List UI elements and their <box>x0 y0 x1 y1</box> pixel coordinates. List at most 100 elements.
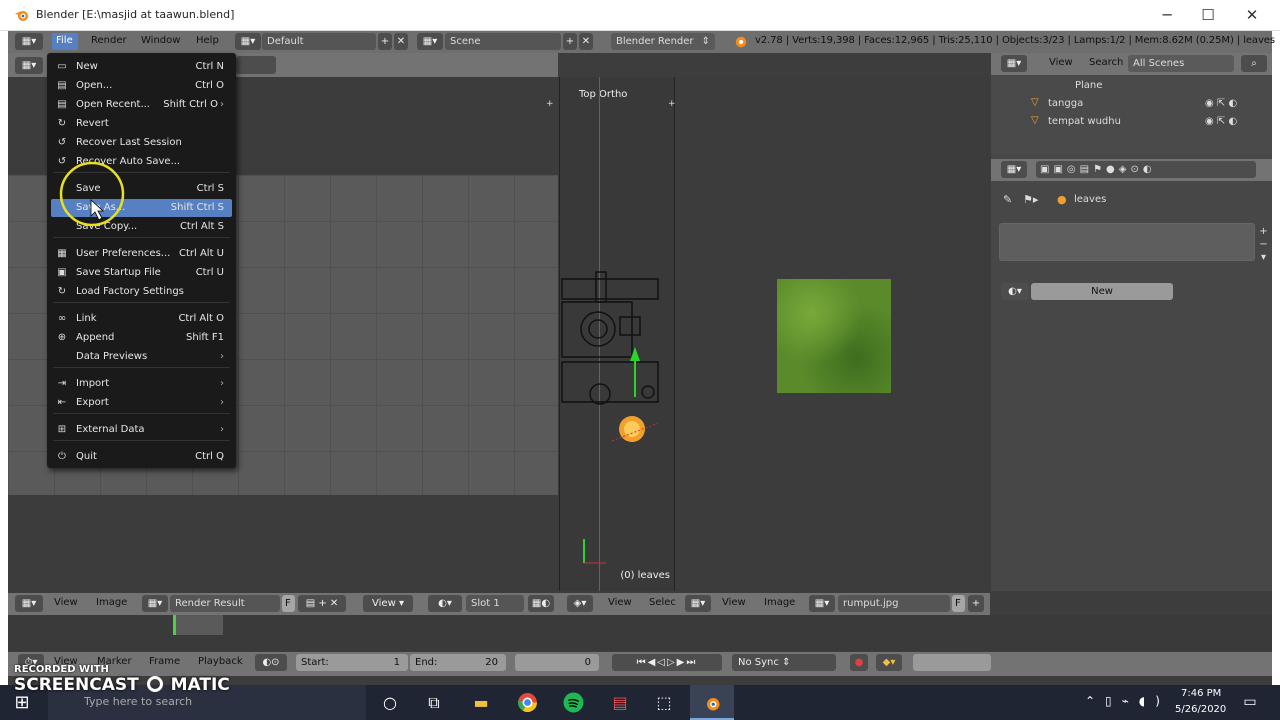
fake-user-toggle-2[interactable]: F <box>952 595 965 612</box>
scene-remove-icon[interactable]: ✕ <box>579 33 593 50</box>
outliner-type-button[interactable]: ▦▾ <box>1001 55 1027 72</box>
menu-item-quit[interactable]: ⏻ Quit Ctrl Q <box>51 448 232 466</box>
3d-viewport[interactable]: Top Ortho (0) leaves <box>559 77 675 591</box>
clock-date[interactable]: 5/26/2020 <box>1175 704 1226 715</box>
image-view-menu[interactable]: View <box>54 597 78 608</box>
image-editor-type-button[interactable]: ▦▾ <box>15 595 43 612</box>
system-tray-icons[interactable]: ⌃▯⌁◖) <box>1085 694 1170 708</box>
outliner-row-tangga[interactable]: tangga <box>1048 98 1083 109</box>
render-menu[interactable]: Render <box>91 35 127 46</box>
record-icon[interactable]: ● <box>850 654 868 671</box>
3d-select-menu[interactable]: Selec <box>649 597 676 608</box>
keying-set-icon[interactable]: ◆▾ <box>876 654 902 671</box>
material-browse-button[interactable]: ◐▾ <box>1001 283 1029 300</box>
properties-context-tabs[interactable]: ▣▣◎▤⚑●◈⊙◐ <box>1036 161 1256 178</box>
cortana-icon[interactable]: ○ <box>368 685 412 720</box>
blender-taskbar-button[interactable] <box>690 685 734 720</box>
image-editor-type-button[interactable]: ▦▾ <box>15 57 43 74</box>
slot-select[interactable]: Slot 1 <box>466 595 524 612</box>
menu-item-external-data[interactable]: ⊞ External Data › <box>51 421 232 439</box>
outliner-view-menu[interactable]: View <box>1049 57 1073 68</box>
material-slot-list[interactable] <box>999 223 1255 261</box>
outliner-row-plane[interactable]: Plane <box>1075 80 1102 91</box>
window-menu[interactable]: Window <box>141 35 180 46</box>
help-menu[interactable]: Help <box>196 35 219 46</box>
menu-item-open[interactable]: ▤ Open... Ctrl O <box>51 77 232 95</box>
menu-item-export[interactable]: ⇤ Export › <box>51 394 232 412</box>
image-image-menu[interactable]: Image <box>96 597 127 608</box>
image-image-menu-2[interactable]: Image <box>764 597 795 608</box>
scene-stats: v2.78 | Verts:19,398 | Faces:12,965 | Tr… <box>755 35 1275 46</box>
close-window-button[interactable]: ✕ <box>1235 4 1269 26</box>
app-icon-movie[interactable]: ▤ <box>598 685 642 720</box>
image-editor-type-button-2[interactable]: ▦▾ <box>685 595 711 612</box>
task-view-icon[interactable]: ⧉ <box>412 685 456 720</box>
timeline-area[interactable] <box>8 615 1272 651</box>
file-explorer-icon[interactable]: ▬ <box>459 685 503 720</box>
outliner-search-menu[interactable]: Search <box>1089 57 1123 68</box>
image-browse-button[interactable]: ▦▾ <box>142 595 168 612</box>
image-browse-button-2[interactable]: ▦▾ <box>809 595 835 612</box>
sync-mode-select[interactable]: No Sync ⇕ <box>732 654 836 671</box>
render-slot-icons[interactable]: ▦◐ <box>528 595 554 612</box>
image-view-menu-2[interactable]: View <box>722 597 746 608</box>
preview-range-toggle[interactable]: ◐⊙ <box>255 654 287 671</box>
image-actions-buttons[interactable]: ▤ + ✕ <box>298 595 346 612</box>
clock-time[interactable]: 7:46 PM <box>1181 688 1221 699</box>
notifications-icon[interactable]: ▭ <box>1228 685 1272 720</box>
image-new-icon[interactable]: + <box>968 595 984 612</box>
channel-select[interactable]: ◐▾ <box>428 595 462 612</box>
scene-browse-button[interactable]: ▦▾ <box>417 33 443 50</box>
menu-item-revert[interactable]: ↻ Revert <box>51 115 232 133</box>
display-toggle-buttons[interactable] <box>236 56 276 74</box>
maximize-button[interactable]: ☐ <box>1191 4 1225 26</box>
outliner-scenes-select[interactable]: All Scenes <box>1128 55 1234 72</box>
menu-item-load-factory-settings[interactable]: ↻ Load Factory Settings <box>51 283 232 301</box>
minimize-button[interactable]: ─ <box>1150 4 1184 26</box>
new-material-button[interactable]: New <box>1031 283 1173 300</box>
menu-item-new[interactable]: ▭ New Ctrl N <box>51 58 232 76</box>
outliner-row-tempat-wudhu[interactable]: tempat wudhu <box>1048 116 1121 127</box>
texture-image-editor[interactable] <box>676 77 990 591</box>
display-mode-select[interactable]: View ▾ <box>363 595 413 612</box>
spotify-icon[interactable] <box>563 692 584 713</box>
start-frame-field[interactable]: Start: 1 <box>296 654 408 671</box>
current-frame-field[interactable]: 0 <box>515 654 599 671</box>
app-icon-snip[interactable]: ⬚ <box>642 685 686 720</box>
visibility-eye-icon[interactable]: ◉ ⇱ ◐ <box>1205 116 1237 127</box>
rumput-image-field[interactable]: rumput.jpg <box>838 595 950 612</box>
layout-name-field[interactable]: Default <box>262 33 376 50</box>
chrome-icon[interactable] <box>517 692 538 713</box>
3d-view-menu[interactable]: View <box>608 597 632 608</box>
visibility-eye-icon[interactable]: ◉ ⇱ ◐ <box>1205 98 1237 109</box>
3d-view-type-button[interactable]: ◈▾ <box>567 595 593 612</box>
playback-controls[interactable]: ⏮◀◁▷▶⏭ <box>612 654 722 671</box>
file-menu[interactable]: File <box>56 35 73 46</box>
pin-icon[interactable]: ✎ <box>1003 193 1012 206</box>
render-result-field[interactable]: Render Result <box>170 595 280 612</box>
menu-item-user-preferences[interactable]: ▦ User Preferences... Ctrl Alt U <box>51 245 232 263</box>
layout-add-icon[interactable]: + <box>378 33 392 50</box>
menu-item-import[interactable]: ⇥ Import › <box>51 375 232 393</box>
fake-user-toggle[interactable]: F <box>282 595 295 612</box>
scene-name-field[interactable]: Scene <box>445 33 561 50</box>
render-engine-select[interactable]: Blender Render ⇕ <box>611 33 715 50</box>
layout-browse-button[interactable]: ▦▾ <box>235 33 261 50</box>
corner-plus-icon[interactable]: + <box>546 99 554 109</box>
layout-remove-icon[interactable]: ✕ <box>394 33 408 50</box>
corner-plus-icon-2[interactable]: + <box>668 99 676 109</box>
menu-item-data-previews[interactable]: Data Previews › <box>51 348 232 366</box>
editor-type-button[interactable]: ▦▾ <box>15 33 43 50</box>
menu-item-open-recent[interactable]: ▤ Open Recent... Shift Ctrl O › <box>51 96 232 114</box>
menu-item-save-startup-file[interactable]: ▣ Save Startup File Ctrl U <box>51 264 232 282</box>
menu-item-recover-last-session[interactable]: ↺ Recover Last Session <box>51 134 232 152</box>
scene-add-icon[interactable]: + <box>563 33 577 50</box>
end-frame-field[interactable]: End: 20 <box>410 654 506 671</box>
menu-item-append[interactable]: ⊕ Append Shift F1 <box>51 329 232 347</box>
properties-type-button[interactable]: ▦▾ <box>1001 161 1027 178</box>
search-icon[interactable]: ⌕ <box>1241 55 1267 72</box>
slot-add-remove-buttons[interactable]: + − ▾ <box>1257 225 1270 277</box>
current-frame-marker[interactable] <box>173 615 176 635</box>
menu-item-link[interactable]: ∞ Link Ctrl Alt O <box>51 310 232 328</box>
keying-set-field[interactable] <box>913 654 991 671</box>
